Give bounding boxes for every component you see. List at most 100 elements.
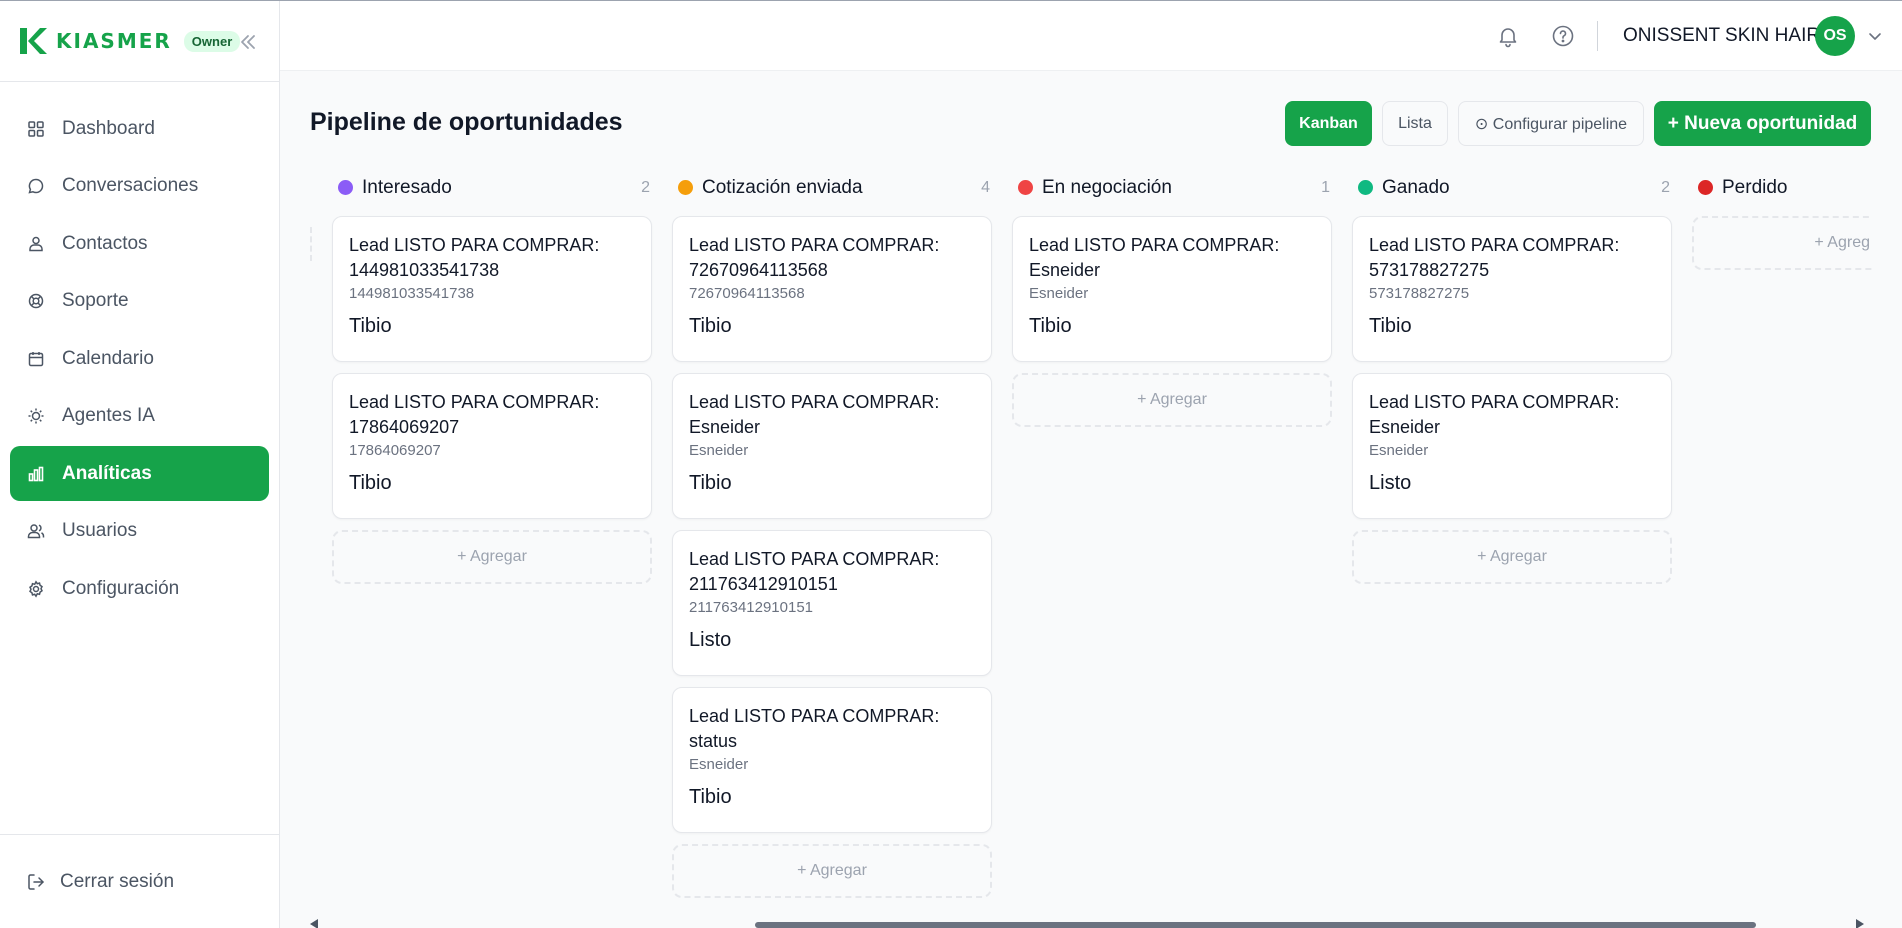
help-icon[interactable] <box>1551 24 1575 48</box>
avatar[interactable]: OS <box>1815 16 1855 56</box>
column-count: 2 <box>641 179 650 196</box>
column-header: Ganado 2 <box>1330 170 1670 208</box>
card-subtitle: Esneider <box>689 756 749 773</box>
lightbulb-icon <box>27 407 45 425</box>
kanban-column-ganado: Ganado 2 Lead LISTO PARA COMPRAR: 573178… <box>1330 170 1672 584</box>
lifebuoy-icon <box>27 292 45 310</box>
card-title: Lead LISTO PARA COMPRAR: Esneider <box>689 392 940 437</box>
sidebar-item-label: Analíticas <box>62 462 152 484</box>
gear-icon <box>27 579 45 598</box>
brand-name[interactable]: KIASMER <box>56 29 172 53</box>
add-card-button[interactable]: + Agregar <box>332 530 652 584</box>
card-title: Lead LISTO PARA COMPRAR: Esneider <box>1369 392 1620 437</box>
opportunity-card[interactable]: Lead LISTO PARA COMPRAR: 211763412910151… <box>672 530 992 676</box>
sidebar: KIASMER Owner Dashboard Conversaciones C… <box>0 1 280 928</box>
card-title: Lead LISTO PARA COMPRAR: Esneider <box>1029 235 1280 280</box>
sidebar-item-usuarios[interactable]: Usuarios <box>10 504 269 559</box>
sidebar-item-analiticas[interactable]: Analíticas <box>10 446 269 501</box>
opportunity-card[interactable]: Lead LISTO PARA COMPRAR: 17864069207 178… <box>332 373 652 519</box>
card-tag: Tibio <box>349 472 392 494</box>
card-tag: Tibio <box>689 315 732 337</box>
card-tag: Tibio <box>689 786 732 808</box>
card-title: Lead LISTO PARA COMPRAR: 573178827275 <box>1369 235 1620 280</box>
sidebar-item-label: Soporte <box>62 290 129 311</box>
card-title: Lead LISTO PARA COMPRAR: 72670964113568 <box>689 235 940 280</box>
sidebar-item-dashboard[interactable]: Dashboard <box>10 101 269 156</box>
sidebar-item-label: Agentes IA <box>62 405 155 426</box>
opportunity-card[interactable]: Lead LISTO PARA COMPRAR: 144981033541738… <box>332 216 652 362</box>
bell-icon[interactable] <box>1496 24 1520 48</box>
opportunity-card[interactable]: Lead LISTO PARA COMPRAR: 72670964113568 … <box>672 216 992 362</box>
chat-bubble-icon <box>27 177 45 195</box>
column-title: En negociación <box>1042 177 1172 198</box>
sidebar-item-label: Dashboard <box>62 117 155 139</box>
sidebar-item-calendario[interactable]: Calendario <box>10 331 269 386</box>
card-title: Lead LISTO PARA COMPRAR: status <box>689 706 940 751</box>
sidebar-item-soporte[interactable]: Soporte <box>10 274 269 329</box>
opportunity-card[interactable]: Lead LISTO PARA COMPRAR: Esneider Esneid… <box>1352 373 1672 519</box>
top-header: ONISSENT SKIN HAIR OS <box>280 1 1902 71</box>
sidebar-item-label: Usuarios <box>62 520 137 541</box>
card-subtitle: Esneider <box>689 442 749 459</box>
drop-placeholder <box>310 227 312 261</box>
sidebar-item-configuracion[interactable]: Configuración <box>10 561 269 616</box>
add-card-button[interactable]: + Agregar <box>672 844 992 898</box>
configure-pipeline-button[interactable]: ⊙ Configurar pipeline <box>1458 101 1644 146</box>
scroll-left-arrow-icon[interactable] <box>310 919 318 928</box>
sidebar-item-label: Contactos <box>62 232 148 254</box>
collapse-sidebar-icon[interactable] <box>238 32 258 52</box>
card-title: Lead LISTO PARA COMPRAR: 211763412910151 <box>689 549 940 594</box>
status-dot <box>338 180 353 195</box>
list-view-button[interactable]: Lista <box>1382 101 1448 146</box>
opportunity-card[interactable]: Lead LISTO PARA COMPRAR: status Esneider… <box>672 687 992 833</box>
column-header: En negociación 1 <box>990 170 1330 208</box>
status-dot <box>678 180 693 195</box>
kanban-column-perdido: Perdido + Agreg <box>1670 170 1872 270</box>
card-title: Lead LISTO PARA COMPRAR: 17864069207 <box>349 392 600 437</box>
card-subtitle: 573178827275 <box>1369 285 1470 302</box>
card-tag: Tibio <box>1369 315 1412 337</box>
logout-icon <box>28 873 44 890</box>
card-subtitle: 144981033541738 <box>349 285 475 302</box>
add-card-button[interactable]: + Agregar <box>1012 373 1332 427</box>
kanban-column-interesado: Interesado 2 Lead LISTO PARA COMPRAR: 14… <box>310 170 652 584</box>
card-subtitle: 211763412910151 <box>689 599 814 616</box>
card-tag: Listo <box>689 629 732 651</box>
sidebar-item-conversaciones[interactable]: Conversaciones <box>10 159 269 214</box>
kanban-view-button[interactable]: Kanban <box>1285 101 1372 146</box>
card-title: Lead LISTO PARA COMPRAR: 144981033541738 <box>349 235 600 280</box>
card-subtitle: Esneider <box>1029 285 1089 302</box>
new-opportunity-button[interactable]: + Nueva oportunidad <box>1654 101 1871 146</box>
opportunity-card[interactable]: Lead LISTO PARA COMPRAR: Esneider Esneid… <box>672 373 992 519</box>
status-dot <box>1018 180 1033 195</box>
add-card-button[interactable]: + Agreg <box>1692 216 1872 270</box>
grid-icon <box>27 120 45 138</box>
status-dot <box>1358 180 1373 195</box>
card-tag: Tibio <box>1029 315 1072 337</box>
column-title: Cotización enviada <box>702 177 863 198</box>
scrollbar-thumb[interactable] <box>755 922 1756 928</box>
sidebar-item-agentes-ia[interactable]: Agentes IA <box>10 389 269 444</box>
column-header: Interesado 2 <box>310 170 650 208</box>
kanban-column-cotizacion-enviada: Cotización enviada 4 Lead LISTO PARA COM… <box>650 170 992 898</box>
kiasmer-logo-icon[interactable] <box>16 25 48 57</box>
opportunity-card[interactable]: Lead LISTO PARA COMPRAR: 573178827275 57… <box>1352 216 1672 362</box>
chevron-down-icon[interactable] <box>1867 28 1883 44</box>
status-dot <box>1698 180 1713 195</box>
column-title: Interesado <box>362 177 452 198</box>
add-card-button[interactable]: + Agregar <box>1352 530 1672 584</box>
column-title: Ganado <box>1382 177 1450 198</box>
card-tag: Tibio <box>349 315 392 337</box>
contacts-icon <box>27 235 45 253</box>
column-count: 4 <box>981 179 990 196</box>
company-name[interactable]: ONISSENT SKIN HAIR <box>1623 25 1820 47</box>
card-subtitle: 17864069207 <box>349 442 441 459</box>
column-title: Perdido <box>1722 177 1788 198</box>
scroll-right-arrow-icon[interactable] <box>1856 919 1864 928</box>
sidebar-item-contactos[interactable]: Contactos <box>10 216 269 271</box>
bar-chart-icon <box>27 465 45 483</box>
opportunity-card[interactable]: Lead LISTO PARA COMPRAR: Esneider Esneid… <box>1012 216 1332 362</box>
card-tag: Listo <box>1369 472 1412 494</box>
logout-button[interactable]: Cerrar sesión <box>0 834 279 928</box>
sidebar-item-label: Configuración <box>62 577 180 599</box>
